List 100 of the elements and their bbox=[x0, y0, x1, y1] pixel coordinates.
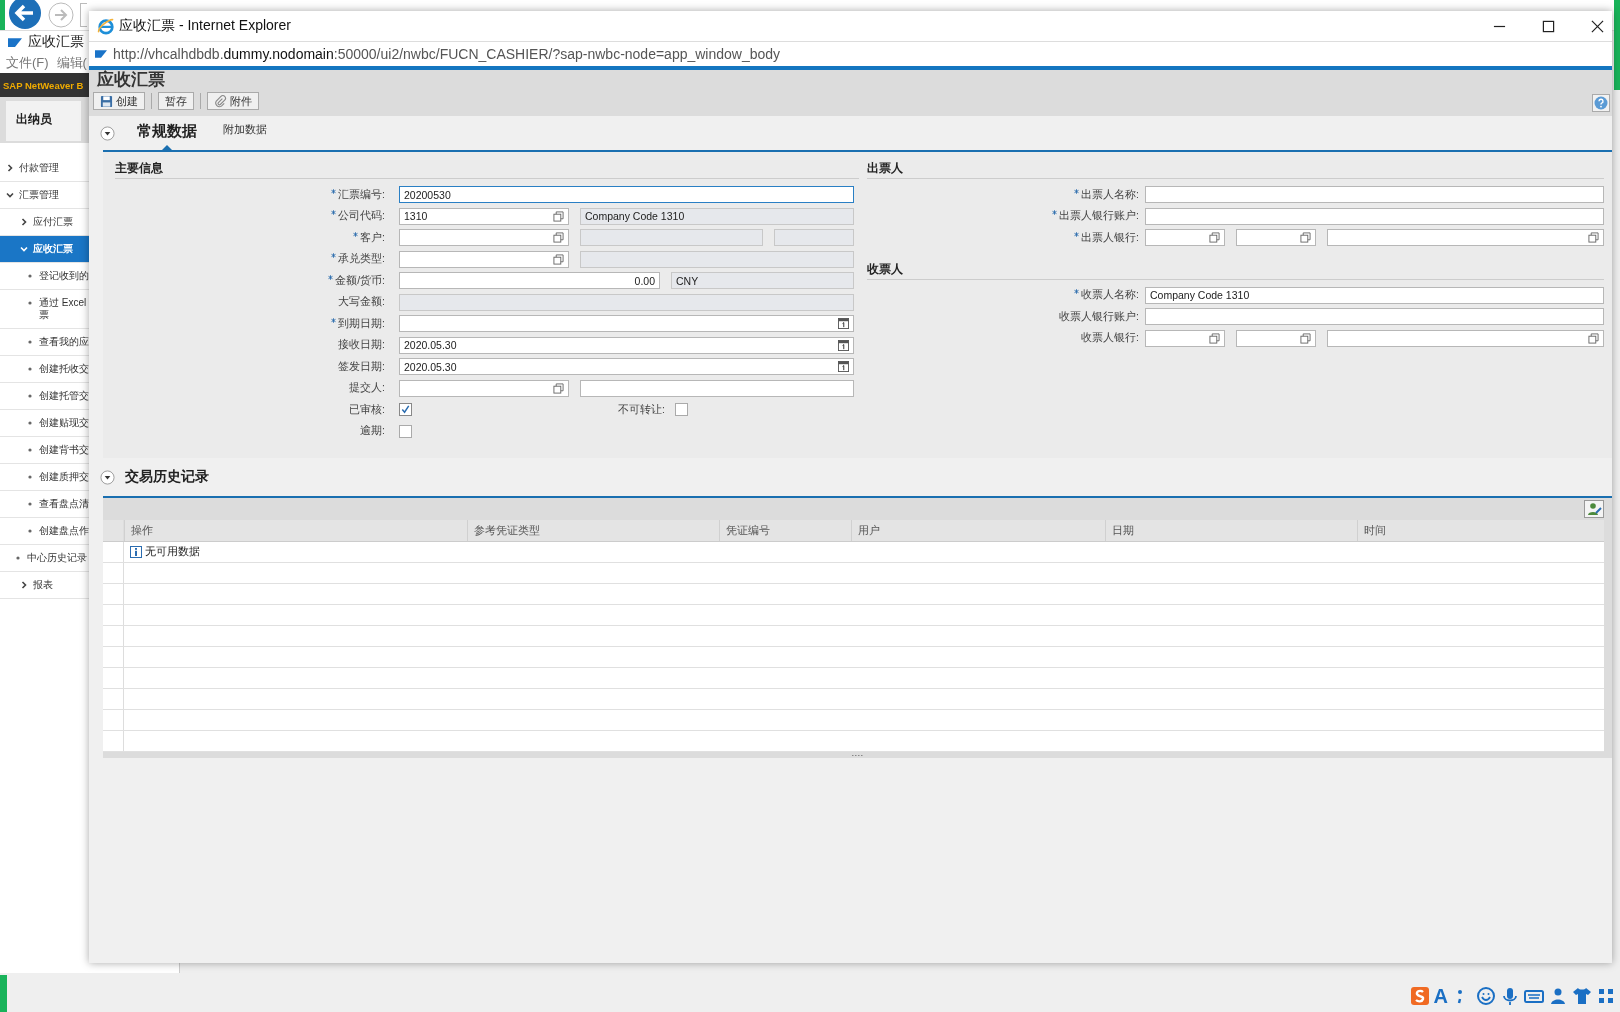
lookup-field[interactable] bbox=[399, 229, 569, 247]
table-settings-icon[interactable] bbox=[1584, 500, 1604, 518]
calendar-icon[interactable] bbox=[838, 318, 849, 330]
section-title: 交易历史记录 bbox=[125, 468, 209, 486]
lookup-field[interactable] bbox=[1145, 329, 1225, 347]
lookup-field[interactable] bbox=[1327, 329, 1604, 347]
forward-icon[interactable] bbox=[48, 2, 74, 28]
date-field[interactable]: 2020.05.30 bbox=[399, 358, 854, 376]
bullet-icon bbox=[16, 556, 20, 560]
text-field[interactable]: Company Code 1310 bbox=[1145, 286, 1604, 304]
bullet-icon bbox=[28, 448, 32, 452]
page-title: 应收汇票 bbox=[96, 70, 166, 90]
menu-item[interactable]: 编辑( bbox=[56, 54, 87, 72]
value-help-icon[interactable] bbox=[553, 210, 564, 222]
attachment-button[interactable]: 附件 bbox=[207, 92, 259, 110]
paperclip-icon bbox=[214, 94, 227, 108]
column-header[interactable]: 参考凭证类型 bbox=[466, 520, 719, 541]
text-field[interactable] bbox=[1145, 207, 1604, 225]
field-label: 金额/货币: bbox=[335, 273, 385, 288]
help-icon[interactable] bbox=[1592, 94, 1610, 112]
value-help-icon[interactable] bbox=[553, 232, 564, 244]
smiley-icon[interactable] bbox=[1476, 986, 1496, 1006]
field-label: 承兑类型: bbox=[338, 252, 385, 267]
tab[interactable]: 常规数据 bbox=[127, 116, 207, 150]
bullet-icon bbox=[28, 274, 32, 278]
readonly-field: Company Code 1310 bbox=[580, 207, 854, 225]
info-icon bbox=[130, 546, 142, 558]
field-label: 收票人银行: bbox=[1081, 331, 1139, 346]
lookup-field[interactable]: 1310 bbox=[399, 207, 569, 225]
toolbar-button[interactable]: 暂存 bbox=[158, 92, 194, 110]
bullet-icon bbox=[28, 367, 32, 371]
collapse-icon[interactable] bbox=[100, 125, 115, 141]
column-header[interactable]: 时间 bbox=[1356, 520, 1604, 541]
grid-icon[interactable] bbox=[1596, 986, 1616, 1006]
amount-field[interactable]: 0.00 bbox=[399, 272, 660, 290]
lookup-field[interactable] bbox=[1236, 229, 1316, 247]
microphone-icon[interactable] bbox=[1500, 986, 1520, 1006]
text-field[interactable]: 20200530 bbox=[399, 186, 854, 204]
back-icon[interactable] bbox=[8, 0, 42, 30]
value-help-icon[interactable] bbox=[1588, 232, 1599, 244]
bullet-icon bbox=[28, 301, 32, 305]
bullet-icon bbox=[28, 421, 32, 425]
empty-message: 无可用数据 bbox=[145, 545, 200, 559]
column-header[interactable]: 日期 bbox=[1104, 520, 1357, 541]
column-header[interactable]: 操作 bbox=[124, 520, 467, 541]
field-label: 签发日期: bbox=[338, 359, 385, 374]
value-help-icon[interactable] bbox=[553, 382, 564, 394]
checkbox[interactable] bbox=[399, 424, 412, 438]
section-heading: 收票人 bbox=[867, 260, 1604, 280]
column-header[interactable]: 凭证编号 bbox=[718, 520, 852, 541]
lookup-field[interactable] bbox=[1145, 229, 1225, 247]
checkbox[interactable] bbox=[674, 403, 688, 417]
ime-logo-icon[interactable] bbox=[1409, 986, 1430, 1006]
lookup-field[interactable] bbox=[399, 379, 569, 397]
value-help-icon[interactable] bbox=[1588, 332, 1599, 344]
value-help-icon[interactable] bbox=[1209, 332, 1220, 344]
collapse-icon[interactable] bbox=[100, 469, 115, 485]
value-help-icon[interactable] bbox=[1209, 232, 1220, 244]
resize-grip-icon[interactable] bbox=[851, 753, 864, 757]
field-label: 大写金额: bbox=[338, 295, 385, 310]
section-heading: 出票人 bbox=[867, 160, 1604, 179]
readonly-field: CNY bbox=[671, 272, 854, 290]
field-label: 到期日期: bbox=[338, 316, 385, 331]
create-button[interactable]: 创建 bbox=[93, 92, 145, 110]
field-label: 收票人名称: bbox=[1081, 288, 1139, 303]
lookup-field[interactable] bbox=[1327, 229, 1604, 247]
date-field[interactable] bbox=[399, 315, 854, 333]
tab[interactable]: 附加数据 bbox=[213, 116, 277, 150]
window-title: 应收汇票 - Internet Explorer bbox=[119, 17, 292, 35]
text-field[interactable] bbox=[1145, 186, 1604, 204]
close-icon[interactable] bbox=[1591, 19, 1604, 33]
person-icon[interactable] bbox=[1548, 986, 1568, 1006]
date-field[interactable]: 2020.05.30 bbox=[399, 336, 854, 354]
field-label: 出票人银行账户: bbox=[1059, 209, 1139, 224]
lookup-field[interactable] bbox=[399, 250, 569, 268]
calendar-icon[interactable] bbox=[838, 339, 849, 351]
ime-mode[interactable]: A bbox=[1433, 984, 1448, 1008]
checkbox[interactable] bbox=[399, 403, 412, 417]
column-header[interactable]: 用户 bbox=[851, 520, 1105, 541]
text-field[interactable] bbox=[580, 379, 854, 397]
value-help-icon[interactable] bbox=[553, 253, 564, 265]
menu-item[interactable]: 文件(F) bbox=[6, 54, 49, 72]
color-strip bbox=[0, 975, 7, 1012]
maximize-icon[interactable] bbox=[1542, 19, 1555, 33]
field-label: 已审核: bbox=[349, 402, 385, 417]
value-help-icon[interactable] bbox=[1300, 232, 1311, 244]
address-url: http://vhcalhdbdb.dummy.nodomain:50000/ui2/nwbc/FUCN_CASHIER/?sap-nwbc-node=app_window_body bbox=[113, 46, 781, 62]
calendar-icon[interactable] bbox=[838, 361, 849, 373]
bullet-icon bbox=[28, 502, 32, 506]
bullet-icon bbox=[28, 394, 32, 398]
lookup-field[interactable] bbox=[1236, 329, 1316, 347]
nav-item[interactable]: 应收汇票 bbox=[0, 236, 89, 263]
field-label: 汇票编号: bbox=[338, 187, 385, 202]
value-help-icon[interactable] bbox=[1300, 332, 1311, 344]
role-tab[interactable]: 出纳员 bbox=[6, 101, 81, 141]
browser-logo-icon bbox=[97, 17, 115, 35]
shirt-icon[interactable] bbox=[1572, 986, 1592, 1006]
field-label: 逾期: bbox=[360, 424, 385, 439]
color-strip bbox=[0, 0, 5, 30]
text-field[interactable] bbox=[1145, 308, 1604, 326]
